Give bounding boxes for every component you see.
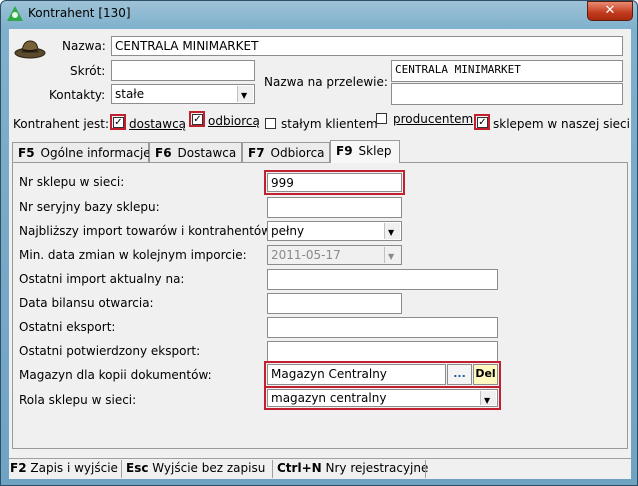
import-value: pełny [271,224,305,238]
magazyn-input[interactable]: Magazyn Centralny [267,364,446,385]
tab-odbiorca-key: F7 [248,146,265,160]
nr-seryjny-input[interactable] [267,197,402,218]
kontakty-value: stałe [115,87,145,101]
przelew-input-line2[interactable] [391,83,623,105]
ostatni-import-input[interactable] [267,269,498,290]
tab-sklep-key: F9 [336,144,353,158]
status-save-key: F2 [10,461,27,475]
chevron-down-icon[interactable] [384,223,400,239]
rola-label: Rola sklepu w sieci: [19,393,137,407]
status-divider [121,460,122,478]
status-registration-key: Ctrl+N [277,461,322,475]
dostawca-label: dostawcą [129,117,187,131]
chevron-down-icon[interactable] [237,86,253,102]
nr-seryjny-label: Nr seryjny bazy sklepu: [19,200,160,214]
tab-dostawca[interactable]: F6 Dostawca [149,142,242,162]
import-label: Najbliższy import towarów i kontrahentów… [19,224,275,238]
status-registration-label: Nry rejestracyjne [325,461,429,475]
producent-checkbox[interactable] [376,113,387,124]
status-registration[interactable]: Ctrl+N Nry rejestracyjne [277,461,428,477]
nr-sklepu-input[interactable]: 999 [267,173,402,192]
nazwa-input[interactable]: CENTRALA MINIMARKET [111,36,623,56]
magazyn-label: Magazyn dla kopii dokumentów: [19,368,212,382]
tab-ogolne-key: F5 [18,146,35,160]
odbiorca-label: odbiorcą [208,114,260,128]
close-button[interactable]: ✕ [587,1,633,21]
sklep-sieci-checkbox[interactable]: ✓ [477,117,488,128]
client-area: Nazwa: CENTRALA MINIMARKET Skrót: Kontak… [9,29,631,479]
producent-label: producentem [393,112,474,126]
dostawca-checkbox[interactable]: ✓ [113,117,124,128]
status-bar: F2 Zapis i wyjście Esc Wyjście bez zapis… [9,458,631,479]
skrot-label: Skrót: [70,64,106,78]
przelew-input-line1[interactable]: CENTRALA MINIMARKET [391,60,623,82]
magazyn-delete-button[interactable]: Del [473,364,498,385]
potwierdzony-input[interactable] [267,341,498,362]
magazyn-browse-button[interactable]: ... [447,364,472,385]
tab-dostawca-key: F6 [155,146,172,160]
tab-odbiorca-label: Odbiorca [270,146,325,160]
status-exit-label: Wyjście bez zapisu [152,461,266,475]
odbiorca-checkbox[interactable]: ✓ [192,114,203,125]
chevron-down-icon[interactable] [384,247,400,263]
status-exit[interactable]: Esc Wyjście bez zapisu [126,461,265,477]
title-bar: Kontrahent [130] ✕ [1,1,637,27]
rola-select[interactable]: magazyn centralny [267,389,498,407]
tab-panel-sklep: Nr sklepu w sieci: 999 Nr seryjny bazy s… [12,162,628,449]
staly-klient-label: stałym klientem [281,117,378,131]
import-select[interactable]: pełny [267,221,402,241]
chevron-down-icon[interactable] [480,391,496,405]
app-icon [7,6,23,21]
kontakty-label: Kontakty: [49,88,106,102]
rola-value: magazyn centralny [271,391,387,405]
tab-odbiorca[interactable]: F7 Odbiorca [242,142,330,162]
status-save[interactable]: F2 Zapis i wyjście [10,461,118,477]
nr-sklepu-label: Nr sklepu w sieci: [19,175,125,189]
min-data-value: 2011-05-17 [271,248,341,262]
ostatni-import-label: Ostatni import aktualny na: [19,272,185,286]
tab-sklep-label: Sklep [358,144,392,158]
window: Kontrahent [130] ✕ Nazwa: CENTRALA MINIM… [0,0,638,486]
status-divider [425,460,426,478]
tab-ogolne[interactable]: F5 Ogólne informacje [12,142,151,162]
staly-klient-checkbox[interactable] [265,118,276,129]
nazwa-label: Nazwa: [62,39,106,53]
min-data-label: Min. data zmian w kolejnym imporcie: [19,248,247,262]
bilans-input[interactable] [267,293,402,314]
status-save-label: Zapis i wyjście [30,461,118,475]
bilans-label: Data bilansu otwarcia: [19,296,154,310]
eksport-label: Ostatni eksport: [19,320,116,334]
eksport-input[interactable] [267,317,498,338]
status-divider [272,460,273,478]
status-exit-key: Esc [126,461,149,475]
window-title: Kontrahent [130] [28,6,131,20]
potwierdzony-label: Ostatni potwierdzony eksport: [19,344,201,358]
tab-ogolne-label: Ogólne informacje [40,146,151,160]
min-data-select[interactable]: 2011-05-17 [267,245,402,265]
przelew-label: Nazwa na przelewie: [264,75,388,89]
sklep-sieci-label: sklepem w naszej sieci [493,117,630,131]
kontakty-select[interactable]: stałe [111,84,255,104]
kontrahent-jest-label: Kontrahent jest: [13,117,110,131]
hat-icon [14,40,46,59]
tab-dostawca-label: Dostawca [177,146,237,160]
skrot-input[interactable] [111,60,255,81]
tab-sklep[interactable]: F9 Sklep [330,140,400,163]
